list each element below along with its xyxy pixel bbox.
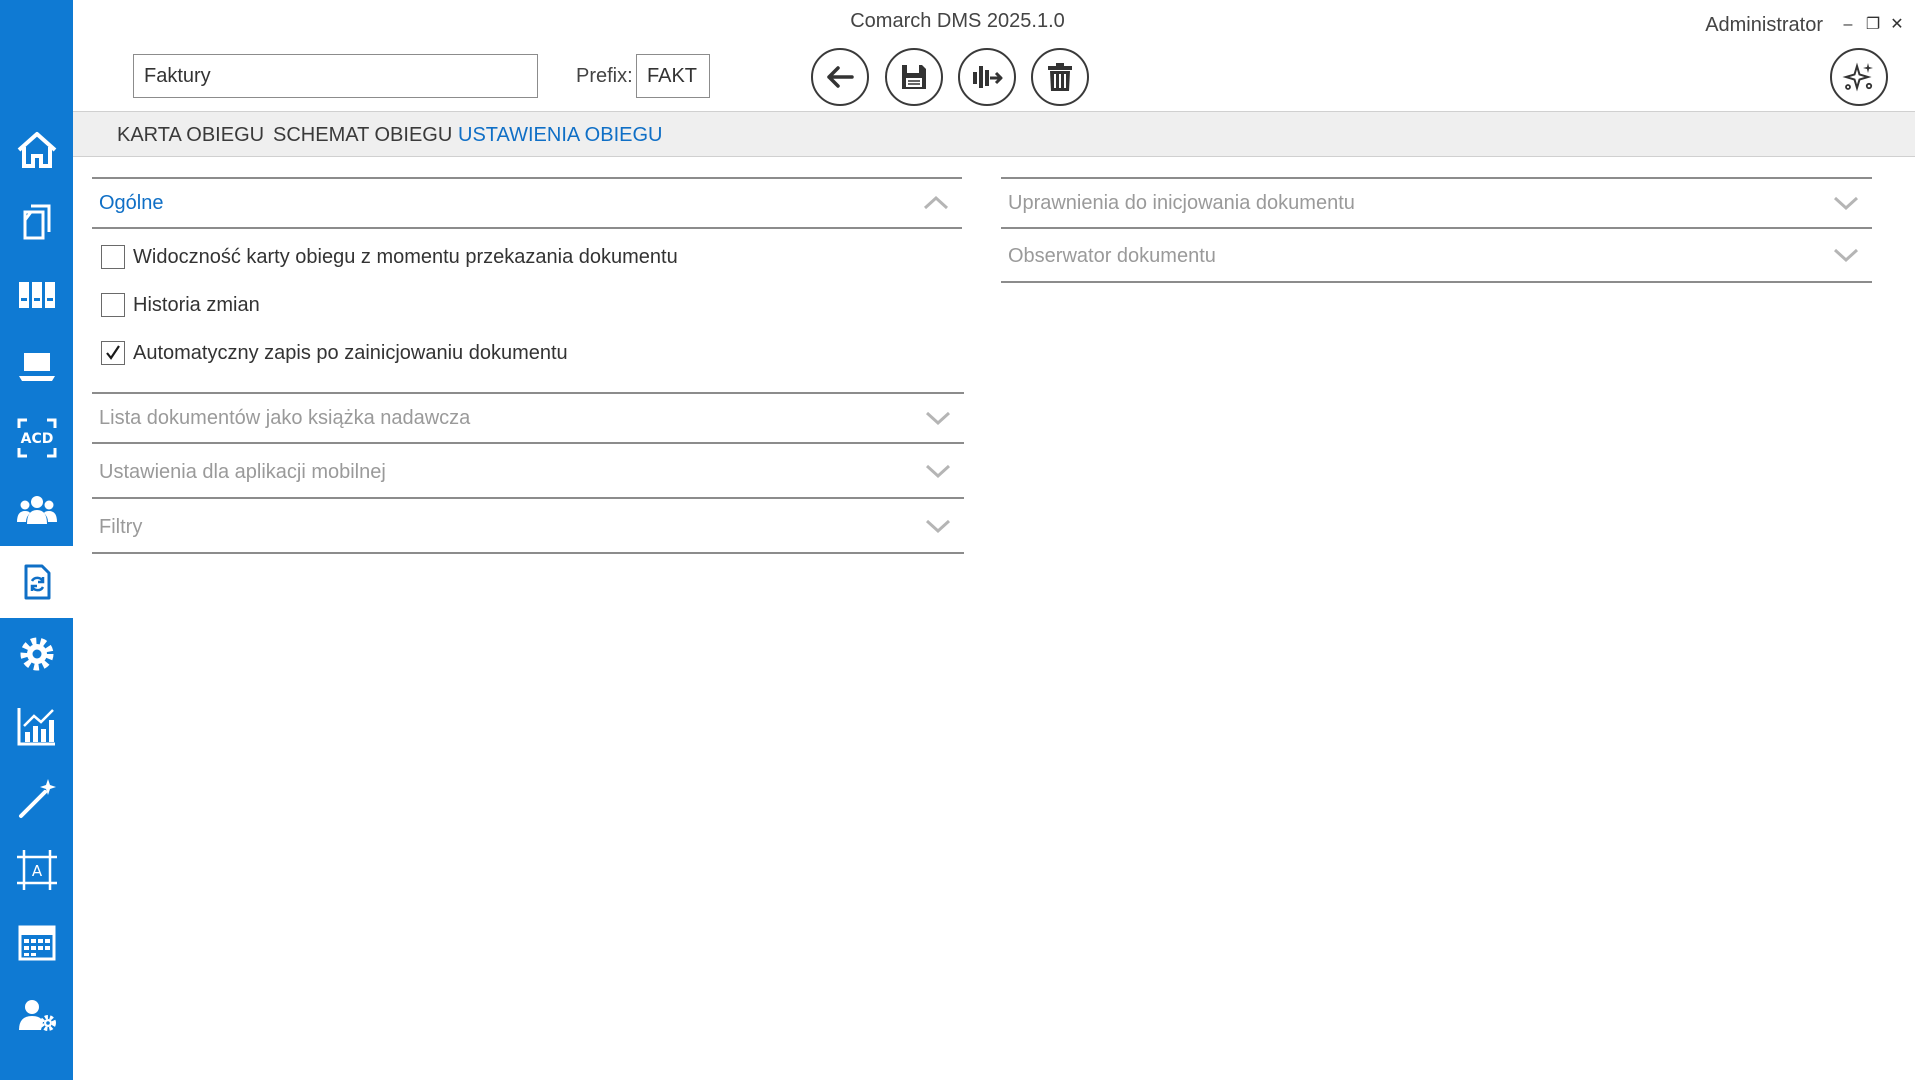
option-label: Historia zmian [133, 293, 260, 316]
chevron-down-icon [1833, 248, 1859, 263]
nav-users[interactable] [0, 474, 73, 546]
prefix-input[interactable] [636, 54, 710, 98]
svg-text:A: A [31, 862, 42, 880]
ai-assistant-button[interactable] [1830, 48, 1888, 106]
svg-text:ACD: ACD [20, 431, 53, 447]
restore-button[interactable]: ❐ [1863, 14, 1883, 36]
section-init-permissions[interactable]: Uprawnienia do inicjowania dokumentu [1001, 177, 1872, 229]
nav-designer[interactable]: A [0, 834, 73, 906]
section-filters[interactable]: Filtry [92, 502, 964, 554]
section-title: Uprawnienia do inicjowania dokumentu [1008, 191, 1355, 214]
ai-assistant-icon [1842, 62, 1873, 92]
option-label: Widoczność karty obiegu z momentu przeka… [133, 245, 678, 268]
users-icon [16, 496, 57, 524]
nav-document-flow[interactable] [0, 546, 73, 618]
chevron-down-icon [925, 519, 951, 534]
magic-wand-icon [18, 779, 56, 818]
section-general[interactable]: Ogólne [92, 177, 962, 229]
checkbox-checked[interactable] [101, 341, 125, 365]
nav-laptop[interactable] [0, 330, 73, 402]
tab-schemat-obiegu[interactable]: SCHEMAT OBIEGU [273, 124, 452, 147]
export-icon [973, 66, 1003, 88]
option-change-history[interactable]: Historia zmian [101, 291, 260, 319]
nav-documents[interactable] [0, 186, 73, 258]
nav-binders[interactable] [0, 258, 73, 330]
nav-acd[interactable]: ACD [0, 402, 73, 474]
minimize-button[interactable]: – [1838, 14, 1858, 36]
section-general-title: Ogólne [99, 191, 164, 214]
nav-user-settings[interactable] [0, 978, 73, 1050]
checkbox[interactable] [101, 293, 125, 317]
chevron-down-icon [925, 464, 951, 479]
user-name[interactable]: Administrator [1705, 14, 1823, 37]
section-title: Filtry [99, 515, 143, 538]
home-icon [17, 132, 56, 168]
section-title: Lista dokumentów jako książka nadawcza [99, 406, 471, 429]
section-document-observer[interactable]: Obserwator dokumentu [1001, 231, 1872, 283]
checkbox[interactable] [101, 245, 125, 269]
nav-home[interactable] [0, 114, 73, 186]
nav-calendar[interactable] [0, 906, 73, 978]
option-label: Automatyczny zapis po zainicjowaniu doku… [133, 341, 568, 364]
documents-icon [23, 204, 50, 240]
save-icon [902, 65, 926, 89]
checkmark-icon [106, 345, 120, 360]
app-title: Comarch DMS 2025.1.0 [850, 10, 1065, 32]
chevron-up-icon [923, 195, 949, 210]
export-button[interactable] [958, 48, 1016, 106]
tab-bar: KARTA OBIEGU SCHEMAT OBIEGU USTAWIENIA O… [73, 111, 1915, 157]
sidebar: ACD A [0, 0, 73, 1080]
chevron-down-icon [925, 411, 951, 426]
section-sender-book[interactable]: Lista dokumentów jako książka nadawcza [92, 392, 964, 444]
nav-wizard[interactable] [0, 762, 73, 834]
reports-icon [17, 708, 55, 746]
section-title: Ustawienia dla aplikacji mobilnej [99, 460, 386, 483]
back-button[interactable] [811, 48, 869, 106]
section-mobile-settings[interactable]: Ustawienia dla aplikacji mobilnej [92, 447, 964, 499]
save-button[interactable] [885, 48, 943, 106]
option-autosave-after-init[interactable]: Automatyczny zapis po zainicjowaniu doku… [101, 339, 568, 367]
delete-icon [1048, 63, 1072, 91]
workflow-name-input[interactable] [133, 54, 538, 98]
close-button[interactable]: ✕ [1887, 14, 1907, 36]
acd-icon: ACD [17, 418, 56, 458]
tab-ustawienia-obiegu[interactable]: USTAWIENIA OBIEGU [458, 124, 662, 147]
delete-button[interactable] [1031, 48, 1089, 106]
tab-karta-obiegu[interactable]: KARTA OBIEGU [117, 124, 264, 147]
laptop-icon [18, 353, 55, 381]
user-settings-icon [18, 1000, 56, 1031]
document-flow-icon [24, 564, 50, 600]
designer-icon: A [16, 850, 57, 890]
binders-icon [18, 282, 55, 308]
settings-icon [20, 637, 53, 671]
section-title: Obserwator dokumentu [1008, 244, 1216, 267]
option-visibility-from-transfer[interactable]: Widoczność karty obiegu z momentu przeka… [101, 243, 678, 271]
back-icon [827, 66, 854, 88]
calendar-icon [18, 925, 55, 961]
prefix-label: Prefix: [576, 65, 633, 87]
nav-reports[interactable] [0, 690, 73, 762]
nav-settings[interactable] [0, 618, 73, 690]
chevron-down-icon [1833, 196, 1859, 211]
